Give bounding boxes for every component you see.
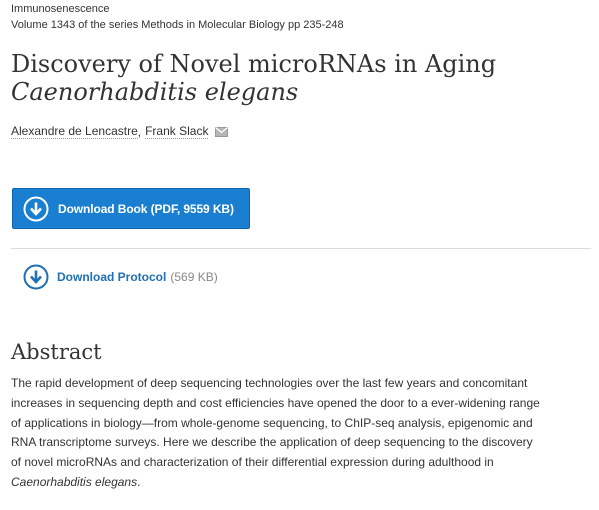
author-separator: , <box>137 124 142 139</box>
series-prefix: Volume 1343 of the series <box>11 19 142 31</box>
author-link[interactable]: Alexandre de Lencastre <box>11 124 138 139</box>
abstract-body: The rapid development of deep sequencing… <box>11 374 595 493</box>
download-circle-icon <box>23 196 49 221</box>
author-link[interactable]: Frank Slack <box>145 124 209 139</box>
download-protocol-link[interactable]: Download Protocol (569 KB) <box>23 264 218 290</box>
abstract-line-final: Caenorhabditis elegans. <box>11 473 595 493</box>
chapter-title-line2: Caenorhabditis elegans <box>11 78 299 106</box>
mail-icon[interactable] <box>215 126 229 137</box>
abstract-line: of applications in biology—from whole-ge… <box>11 415 533 430</box>
section-divider <box>11 248 591 249</box>
download-protocol-label: Download Protocol <box>57 270 167 284</box>
chapter-title: Discovery of Novel microRNAs in Aging Ca… <box>11 50 496 106</box>
abstract-end: . <box>137 474 141 489</box>
download-circle-icon <box>23 264 49 290</box>
series-info: Volume 1343 of the series Methods in Mol… <box>11 19 344 31</box>
abstract-line: of novel microRNAs and characterization … <box>11 455 494 470</box>
book-title-text[interactable]: Immunosenescence <box>11 3 109 15</box>
chapter-title-line1: Discovery of Novel microRNAs in Aging <box>11 50 497 78</box>
download-protocol-size: (569 KB) <box>170 270 218 284</box>
series-link[interactable]: Methods in Molecular Biology <box>141 19 285 31</box>
download-book-label: Download Book (PDF, 9559 KB) <box>58 201 234 216</box>
abstract-line: The rapid development of deep sequencing… <box>11 376 528 390</box>
book-title[interactable]: Immunosenescence <box>11 3 109 15</box>
abstract-line: increases in sequencing depth and cost e… <box>11 395 540 410</box>
abstract-line: RNA transcriptome surveys. Here we descr… <box>11 435 533 450</box>
species-name: Caenorhabditis elegans <box>11 474 138 489</box>
page-range: pp 235-248 <box>284 19 344 31</box>
download-book-button[interactable]: Download Book (PDF, 9559 KB) <box>12 188 250 229</box>
abstract-heading: Abstract <box>11 340 102 364</box>
author-list: Alexandre de Lencastre, Frank Slack <box>11 124 229 139</box>
